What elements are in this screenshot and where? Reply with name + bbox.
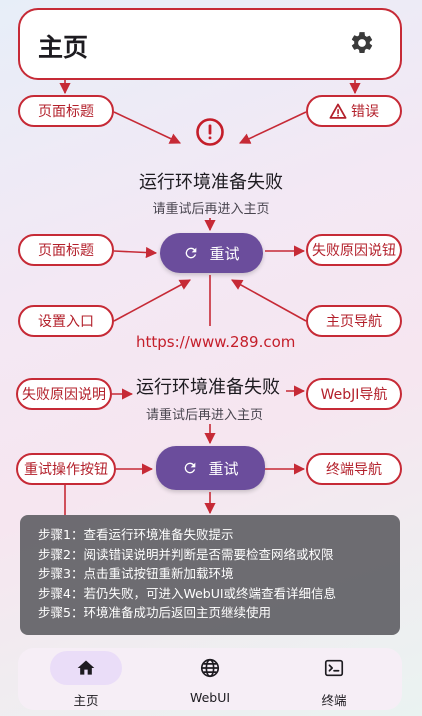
bottom-navigation: 主页 WebUI 终端 xyxy=(18,648,402,710)
retry-button-secondary[interactable]: 重试 xyxy=(156,446,265,490)
retry-button-secondary-label: 重试 xyxy=(208,459,239,478)
steps-panel: 步骤1：查看运行环境准备失败提示 步骤2：阅读错误说明并判断是否需要检查网络或权… xyxy=(20,515,400,635)
nav-item-home[interactable]: 主页 xyxy=(36,648,136,710)
page-title: 主页 xyxy=(38,33,89,62)
step-item: 步骤4：若仍失败，可进入WebUI或终端查看详细信息 xyxy=(38,585,337,601)
nav-label-webui: WebUI xyxy=(189,690,231,705)
annotation-retry-action-button: 重试操作按钮 xyxy=(16,453,116,485)
annotation-error: 错误 xyxy=(306,95,402,127)
annotation-webui-navigation: WebJI导航 xyxy=(306,378,402,410)
nav-indicator xyxy=(174,651,246,685)
error-subtitle-secondary: 请重试后再进入主页 xyxy=(146,408,264,423)
nav-indicator xyxy=(298,651,370,685)
gear-icon[interactable] xyxy=(349,30,375,56)
annotation-failure-reason-button: 失败原因说钮 xyxy=(306,234,402,266)
annotation-home-navigation: 主页导航 xyxy=(306,305,402,337)
step-item: 步骤5：环境准备成功后返回主页继续使用 xyxy=(38,605,271,620)
annotation-error-label: 错误 xyxy=(351,104,379,120)
url-link[interactable]: https://www.289.com xyxy=(136,333,295,351)
nav-item-webui[interactable]: WebUI xyxy=(160,648,260,710)
nav-indicator xyxy=(50,651,122,685)
step-item: 步骤1：查看运行环境准备失败提示 xyxy=(38,527,234,542)
refresh-icon xyxy=(183,245,199,261)
step-item: 步骤2：阅读错误说明并判断是否需要检查网络或权限 xyxy=(38,546,334,562)
retry-button[interactable]: 重试 xyxy=(160,233,263,273)
annotation-settings-entry: 设置入口 xyxy=(18,305,114,337)
annotation-page-title-mid: 页面标题 xyxy=(18,234,114,266)
nav-label-terminal: 终端 xyxy=(321,693,347,708)
annotation-page-title-top: 页面标题 xyxy=(18,95,114,127)
terminal-icon xyxy=(323,657,345,679)
error-title: 运行环境准备失败 xyxy=(139,172,283,193)
refresh-icon xyxy=(182,460,198,476)
home-icon xyxy=(76,658,96,678)
annotation-failure-reason-desc: 失败原因说明 xyxy=(16,378,112,410)
step-item: 步骤3：点击重试按钮重新加载环境 xyxy=(38,566,234,581)
error-title-secondary: 运行环境准备失败 xyxy=(136,377,280,398)
error-icon xyxy=(195,117,225,147)
warning-icon xyxy=(329,103,347,119)
globe-icon xyxy=(199,657,221,679)
nav-label-home: 主页 xyxy=(73,693,99,708)
annotation-terminal-navigation: 终端导航 xyxy=(306,453,402,485)
error-subtitle: 请重试后再进入主页 xyxy=(152,202,270,217)
nav-item-terminal[interactable]: 终端 xyxy=(284,648,384,710)
retry-button-label: 重试 xyxy=(209,244,240,263)
